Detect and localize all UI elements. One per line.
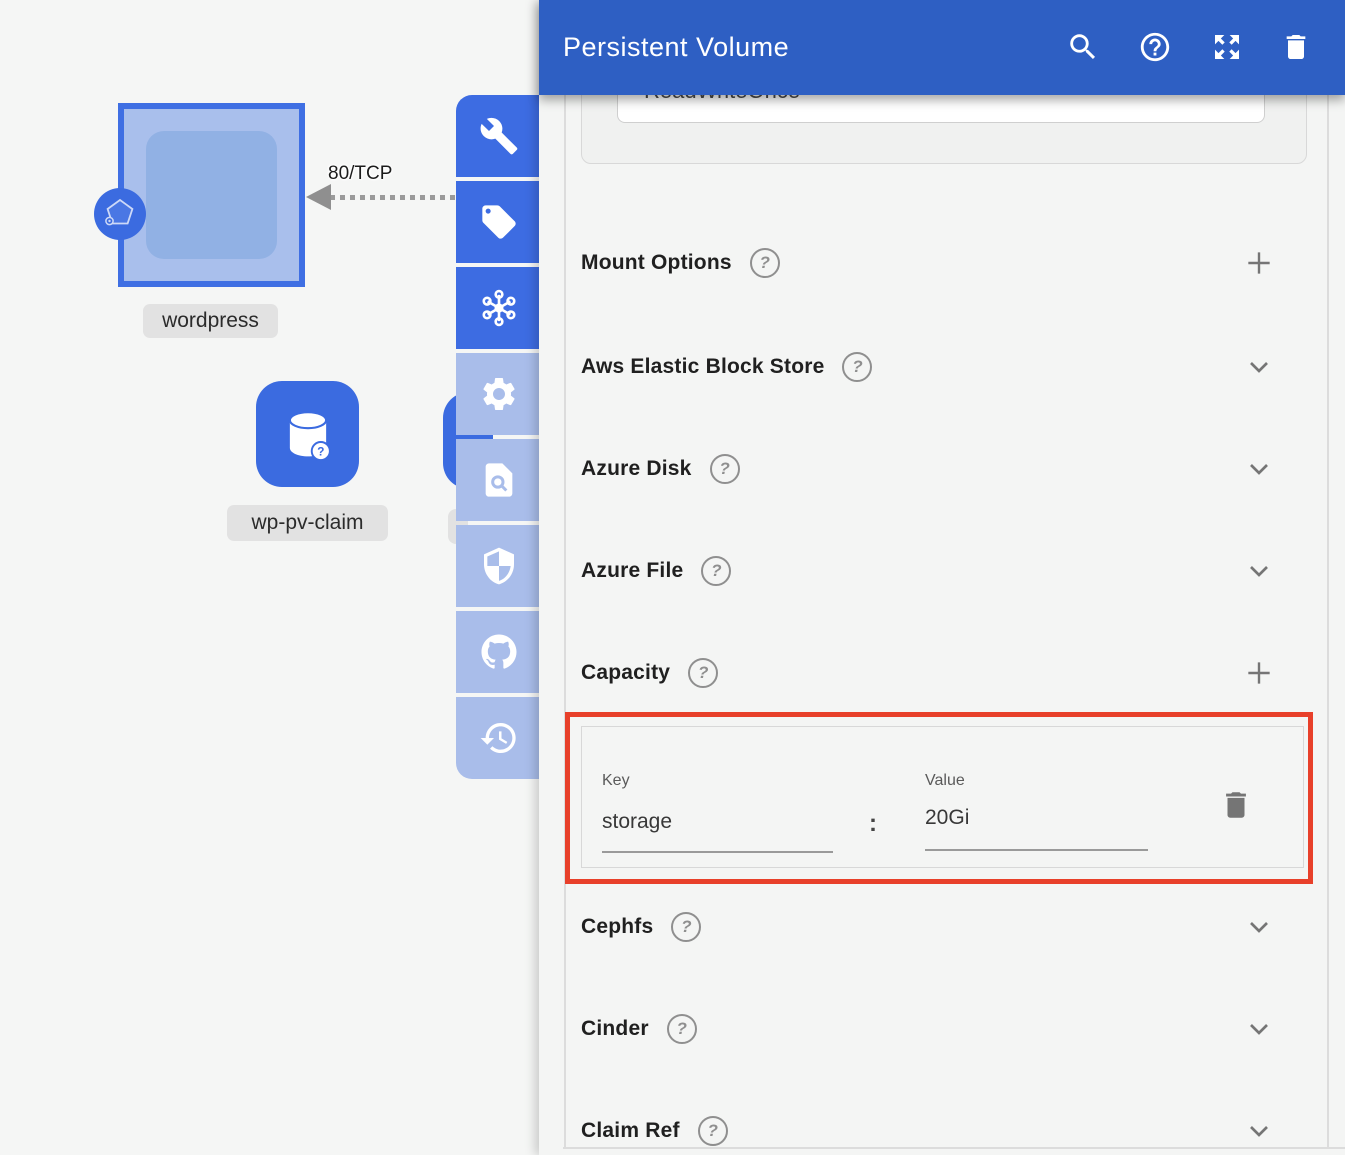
capacity-value-underline <box>925 849 1148 851</box>
node-wordpress[interactable] <box>118 103 305 287</box>
pod-badge-icon <box>94 188 146 240</box>
panel-form: ReadWriteOnce Mount Options ? Aws Elasti… <box>539 0 1345 1155</box>
section-label-capacity: Capacity <box>581 661 670 685</box>
history-icon[interactable] <box>456 697 541 779</box>
section-cephfs: Cephfs ? <box>581 904 1290 950</box>
chevron-down-icon[interactable] <box>1243 1115 1275 1147</box>
edge-port-label: 80/TCP <box>328 163 392 185</box>
database-icon: ? <box>278 402 338 466</box>
section-label-azure-disk: Azure Disk <box>581 457 692 481</box>
panel-header: Persistent Volume <box>539 0 1345 95</box>
section-label-cephfs: Cephfs <box>581 915 653 939</box>
help-icon[interactable]: ? <box>667 1014 697 1044</box>
chevron-down-icon[interactable] <box>1243 555 1275 587</box>
help-icon[interactable]: ? <box>671 912 701 942</box>
node-wordpress-inner <box>146 131 277 259</box>
github-icon[interactable] <box>456 611 541 693</box>
section-label-mount-options: Mount Options <box>581 251 732 275</box>
delete-row-button[interactable] <box>1219 788 1253 822</box>
chevron-down-icon[interactable] <box>1243 1013 1275 1045</box>
capacity-value-input[interactable]: 20Gi <box>925 806 969 830</box>
plus-icon[interactable] <box>1243 247 1275 279</box>
help-icon[interactable] <box>1138 30 1172 64</box>
tag-icon[interactable] <box>456 181 541 263</box>
document-search-icon[interactable] <box>456 439 541 521</box>
help-icon[interactable]: ? <box>750 248 780 278</box>
persistent-volume-panel: ReadWriteOnce Mount Options ? Aws Elasti… <box>539 0 1345 1155</box>
plus-icon[interactable] <box>1243 657 1275 689</box>
section-label-cinder: Cinder <box>581 1017 649 1041</box>
help-icon[interactable]: ? <box>842 352 872 382</box>
section-azure-disk: Azure Disk ? <box>581 446 1290 492</box>
capacity-key-value-card <box>581 726 1304 868</box>
svg-text:?: ? <box>317 445 324 458</box>
edge-arrowhead-icon <box>306 184 331 210</box>
trash-icon[interactable] <box>1280 31 1314 65</box>
capacity-key-input[interactable]: storage <box>602 810 672 834</box>
search-icon[interactable] <box>1066 30 1100 64</box>
expand-icon[interactable] <box>1211 31 1245 65</box>
node-label-wp-pv-claim: wp-pv-claim <box>227 505 388 541</box>
capacity-key-label: Key <box>602 772 630 790</box>
key-value-separator: : <box>869 810 877 838</box>
edge-dotted-line <box>330 195 458 200</box>
form-left-border <box>564 95 566 1148</box>
hub-icon[interactable] <box>456 267 541 349</box>
section-azure-file: Azure File ? <box>581 548 1290 594</box>
section-mount-options: Mount Options ? <box>581 240 1290 286</box>
form-right-border <box>1327 95 1329 1148</box>
section-label-azure-file: Azure File <box>581 559 683 583</box>
wrench-icon[interactable] <box>456 95 541 177</box>
app-root: 80/TCP wordpress ? wp-pv-claim <box>0 0 1345 1155</box>
capacity-value-label: Value <box>925 772 965 790</box>
node-toolbar <box>456 95 541 779</box>
capacity-key-underline <box>602 851 833 853</box>
section-aws-elastic-block-store: Aws Elastic Block Store ? <box>581 344 1290 390</box>
help-icon[interactable]: ? <box>710 454 740 484</box>
page-title: Persistent Volume <box>563 0 789 95</box>
chevron-down-icon[interactable] <box>1243 911 1275 943</box>
node-label-wordpress: wordpress <box>143 304 278 338</box>
gear-icon[interactable] <box>456 353 541 435</box>
node-wp-pv-claim[interactable]: ? <box>256 381 359 487</box>
section-capacity: Capacity ? <box>581 650 1290 696</box>
section-cinder: Cinder ? <box>581 1006 1290 1052</box>
chevron-down-icon[interactable] <box>1243 453 1275 485</box>
help-icon[interactable]: ? <box>698 1116 728 1146</box>
section-claim-ref: Claim Ref ? <box>581 1108 1290 1154</box>
help-icon[interactable]: ? <box>688 658 718 688</box>
shield-icon[interactable] <box>456 525 541 607</box>
section-label-aws-ebs: Aws Elastic Block Store <box>581 355 824 379</box>
help-icon[interactable]: ? <box>701 556 731 586</box>
section-label-claim-ref: Claim Ref <box>581 1119 680 1143</box>
chevron-down-icon[interactable] <box>1243 351 1275 383</box>
